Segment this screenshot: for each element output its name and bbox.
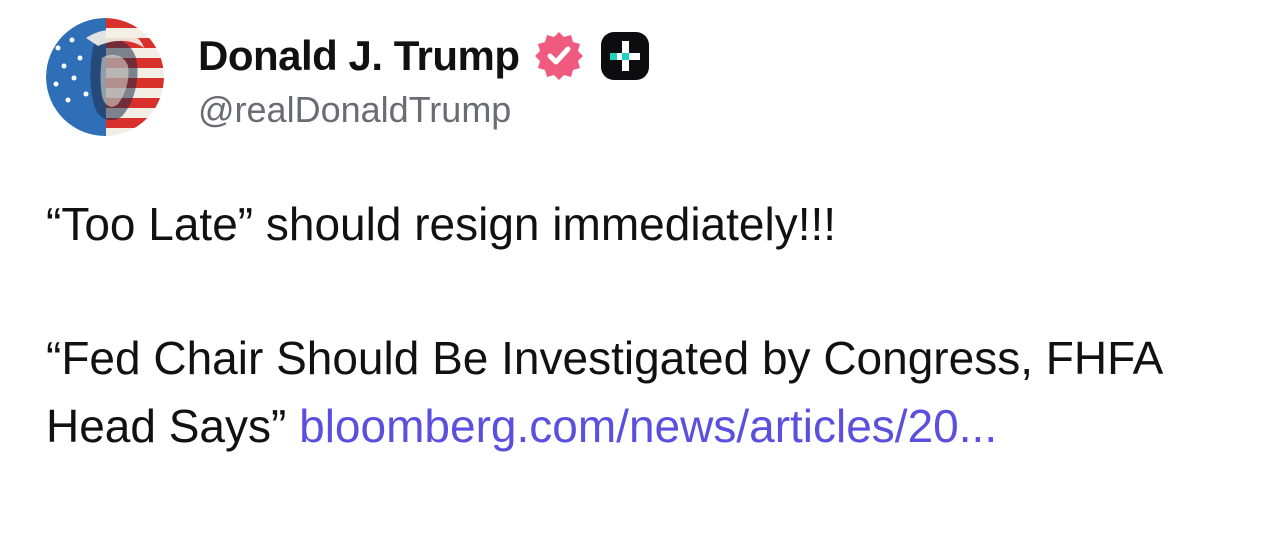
post-card: Donald J. Trump @realDonaldTrump “Too La… <box>0 0 1280 549</box>
author-handle[interactable]: @realDonaldTrump <box>198 88 511 132</box>
author-avatar[interactable] <box>46 18 164 136</box>
post-paragraph-2: “Fed Chair Should Be Investigated by Con… <box>46 324 1246 460</box>
plus-badge-icon <box>598 29 652 83</box>
verified-badge-icon <box>532 29 586 83</box>
author-display-name[interactable]: Donald J. Trump <box>198 30 520 82</box>
author-name-row: Donald J. Trump <box>198 30 652 82</box>
avatar-portrait-flag <box>46 18 164 136</box>
post-paragraph-1: “Too Late” should resign immediately!!! <box>46 198 837 250</box>
post-body: “Too Late” should resign immediately!!! … <box>46 190 1246 460</box>
article-link[interactable]: bloomberg.com/news/articles/20... <box>299 400 997 452</box>
